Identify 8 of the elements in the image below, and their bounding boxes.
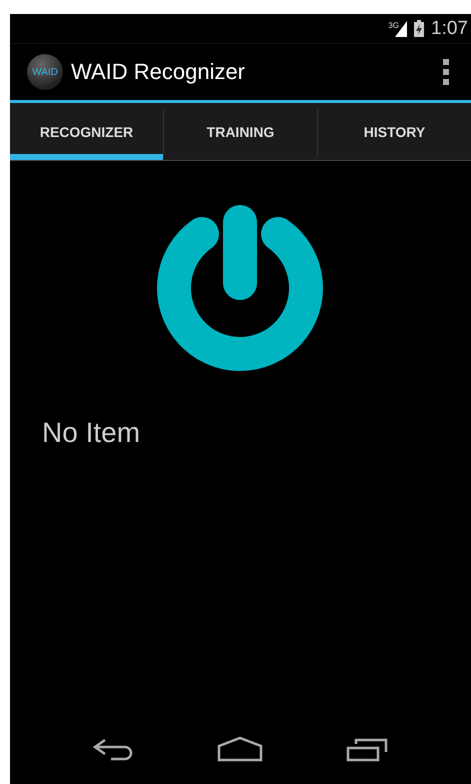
status-message: No Item xyxy=(42,417,142,449)
network-type: 3G xyxy=(388,20,400,30)
tab[interactable]: HISTORY xyxy=(317,109,471,160)
tab[interactable]: RECOGNIZER xyxy=(10,109,163,160)
logo-text: WAID xyxy=(32,66,58,78)
tab[interactable]: TRAINING xyxy=(163,109,317,160)
app-title: WAID Recognizer xyxy=(71,59,246,85)
clock-time: 1:07 xyxy=(431,18,468,40)
